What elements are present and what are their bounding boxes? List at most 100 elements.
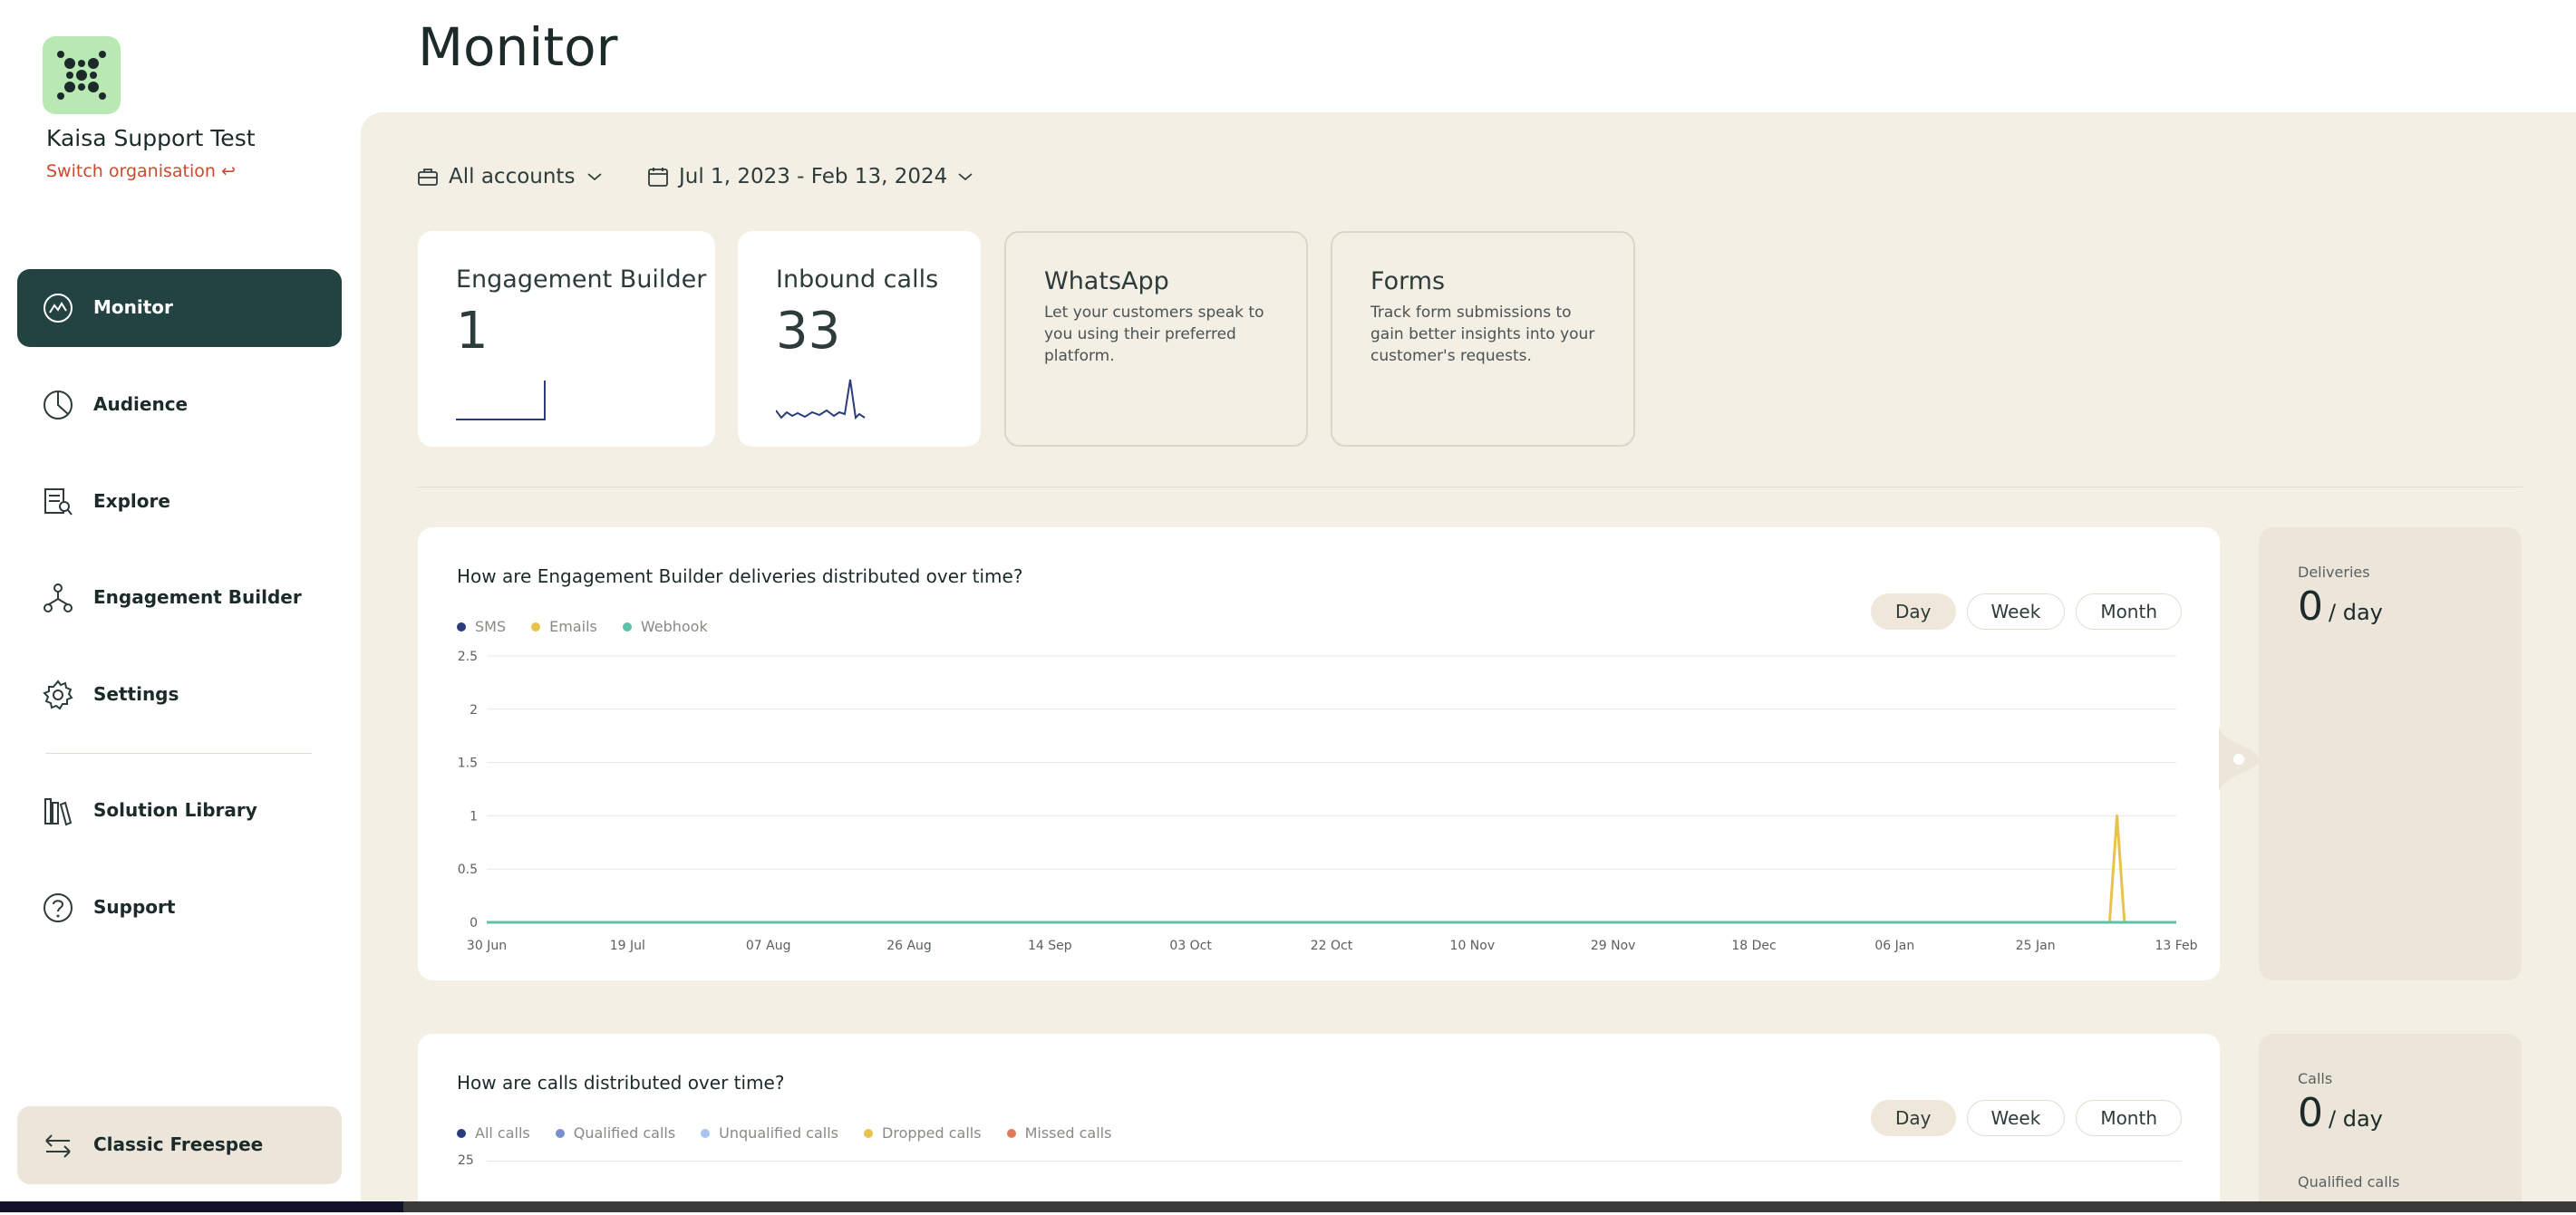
pie-chart-icon xyxy=(44,391,73,419)
x-tick-label: 22 Oct xyxy=(1311,939,1353,953)
stat-value: 0/ day xyxy=(2298,1090,2383,1136)
explore-icon xyxy=(44,488,73,516)
nav-item-label: Monitor xyxy=(93,296,173,318)
legend-item-dropped-calls[interactable]: Dropped calls xyxy=(864,1124,982,1142)
legend-dot xyxy=(457,1128,466,1138)
nav-item-label: Explore xyxy=(93,490,170,512)
card-title: Inbound calls xyxy=(776,265,939,294)
legend-item-missed-calls[interactable]: Missed calls xyxy=(1006,1124,1112,1142)
card-title: WhatsApp xyxy=(1044,267,1169,295)
date-range-filter[interactable]: Jul 1, 2023 - Feb 13, 2024 xyxy=(648,165,985,188)
x-tick-label: 29 Nov xyxy=(1591,939,1636,953)
sparkline xyxy=(456,381,546,420)
chevron-down-icon xyxy=(587,173,603,181)
calls-stat-card: Calls 0/ day Qualified calls xyxy=(2259,1034,2522,1212)
taskbar xyxy=(0,1201,2576,1212)
nav-item-support[interactable]: Support xyxy=(17,869,342,947)
grid-logo-icon xyxy=(57,51,106,100)
stat-number: 0 xyxy=(2298,583,2323,630)
week-button[interactable]: Week xyxy=(1966,1100,2066,1136)
gridline xyxy=(487,1161,2182,1162)
switch-organisation-link[interactable]: Switch organisation ↩ xyxy=(46,161,236,181)
nav-item-settings[interactable]: Settings xyxy=(17,656,342,734)
legend-dot xyxy=(864,1128,874,1138)
x-tick-label: 10 Nov xyxy=(1450,939,1496,953)
legend-dot xyxy=(555,1128,565,1138)
x-tick-label: 06 Jan xyxy=(1874,939,1914,953)
connector-notch xyxy=(2219,725,2259,794)
nav-item-label: Engagement Builder xyxy=(93,586,302,608)
stat-unit: / day xyxy=(2329,600,2383,625)
chart-title: How are calls distributed over time? xyxy=(457,1072,785,1094)
switch-arrows-icon xyxy=(45,1134,71,1158)
stat-value: 0/ day xyxy=(2298,583,2383,630)
classic-freespee-button[interactable]: Classic Freespee xyxy=(17,1106,342,1184)
legend-item-all-calls[interactable]: All calls xyxy=(457,1124,530,1142)
chevron-down-icon xyxy=(958,173,973,181)
legend-item-unqualified-calls[interactable]: Unqualified calls xyxy=(701,1124,838,1142)
engagement-builder-card[interactable]: Engagement Builder 1 xyxy=(418,231,715,447)
month-button[interactable]: Month xyxy=(2076,1100,2182,1136)
nav-item-audience[interactable]: Audience xyxy=(17,366,342,444)
nav-item-solution-library[interactable]: Solution Library xyxy=(17,772,342,850)
org-logo[interactable] xyxy=(43,36,121,114)
calendar-icon xyxy=(648,168,668,187)
monitor-icon xyxy=(44,294,73,323)
forms-card[interactable]: Forms Track form submissions to gain bet… xyxy=(1331,231,1635,447)
x-tick-label: 26 Aug xyxy=(886,939,932,953)
legend-dot xyxy=(701,1128,711,1138)
sidebar: Kaisa Support Test Switch organisation ↩… xyxy=(0,0,361,1212)
classic-freespee-label: Classic Freespee xyxy=(93,1133,264,1155)
card-title: Engagement Builder xyxy=(456,265,707,294)
legend-item-qualified-calls[interactable]: Qualified calls xyxy=(555,1124,676,1142)
legend-label: Unqualified calls xyxy=(719,1124,839,1142)
x-tick-label: 07 Aug xyxy=(746,939,791,953)
nav-item-monitor[interactable]: Monitor xyxy=(17,269,342,347)
deliveries-line-chart: 0 0.5 1 1.5 2 2.5 30 Jun 19 Jul 07 Aug 26 Aug 14 S… xyxy=(458,650,2198,953)
chart-legend: All calls Qualified calls Unqualified ca… xyxy=(457,1124,1111,1142)
legend-label: Qualified calls xyxy=(573,1124,676,1142)
stat-label-qualified: Qualified calls xyxy=(2298,1173,2400,1191)
stat-unit: / day xyxy=(2329,1106,2383,1132)
day-button[interactable]: Day xyxy=(1871,1100,1956,1136)
stat-label: Calls xyxy=(2298,1070,2333,1087)
inbound-calls-card[interactable]: Inbound calls 33 xyxy=(738,231,981,447)
accounts-filter-label: All accounts xyxy=(449,165,576,188)
legend-label: All calls xyxy=(475,1124,530,1142)
sparkline xyxy=(776,379,866,420)
nav-item-engagement-builder[interactable]: Engagement Builder xyxy=(17,559,342,637)
whatsapp-card[interactable]: WhatsApp Let your customers speak to you… xyxy=(1004,231,1308,447)
nav-item-label: Audience xyxy=(93,393,189,415)
card-title: Forms xyxy=(1370,267,1446,295)
nav-item-label: Solution Library xyxy=(93,799,257,821)
gear-icon xyxy=(43,680,73,710)
y-tick-label: 0 xyxy=(470,916,478,931)
x-tick-label: 30 Jun xyxy=(467,939,507,953)
briefcase-icon xyxy=(418,169,438,186)
calls-chart-panel: How are calls distributed over time? All… xyxy=(418,1034,2220,1215)
help-icon xyxy=(44,893,73,922)
x-tick-label: 03 Oct xyxy=(1169,939,1212,953)
nav-item-explore[interactable]: Explore xyxy=(17,463,342,541)
x-tick-label: 14 Sep xyxy=(1028,939,1072,953)
accounts-filter[interactable]: All accounts xyxy=(418,165,615,188)
library-icon xyxy=(44,798,73,826)
legend-label: Missed calls xyxy=(1024,1124,1112,1142)
deliveries-chart-panel: How are Engagement Builder deliveries di… xyxy=(418,527,2220,980)
legend-label: Dropped calls xyxy=(882,1124,982,1142)
card-value: 1 xyxy=(456,302,489,361)
y-tick-label: 0.5 xyxy=(458,863,478,877)
card-description: Let your customers speak to you using th… xyxy=(1044,304,1264,365)
legend-dot xyxy=(1006,1128,1016,1138)
granularity-toggle: Day Week Month xyxy=(1871,1100,2182,1136)
flow-icon xyxy=(44,583,73,612)
nav-divider xyxy=(45,753,312,754)
card-value: 33 xyxy=(776,302,841,361)
y-tick-label: 2 xyxy=(470,703,478,718)
x-tick-label: 19 Jul xyxy=(610,939,645,953)
y-tick-label: 2.5 xyxy=(458,650,478,664)
x-tick-label: 25 Jan xyxy=(2016,939,2056,953)
nav-item-label: Settings xyxy=(93,683,179,705)
y-tick-label: 1 xyxy=(470,809,478,824)
page-title: Monitor xyxy=(418,16,618,78)
